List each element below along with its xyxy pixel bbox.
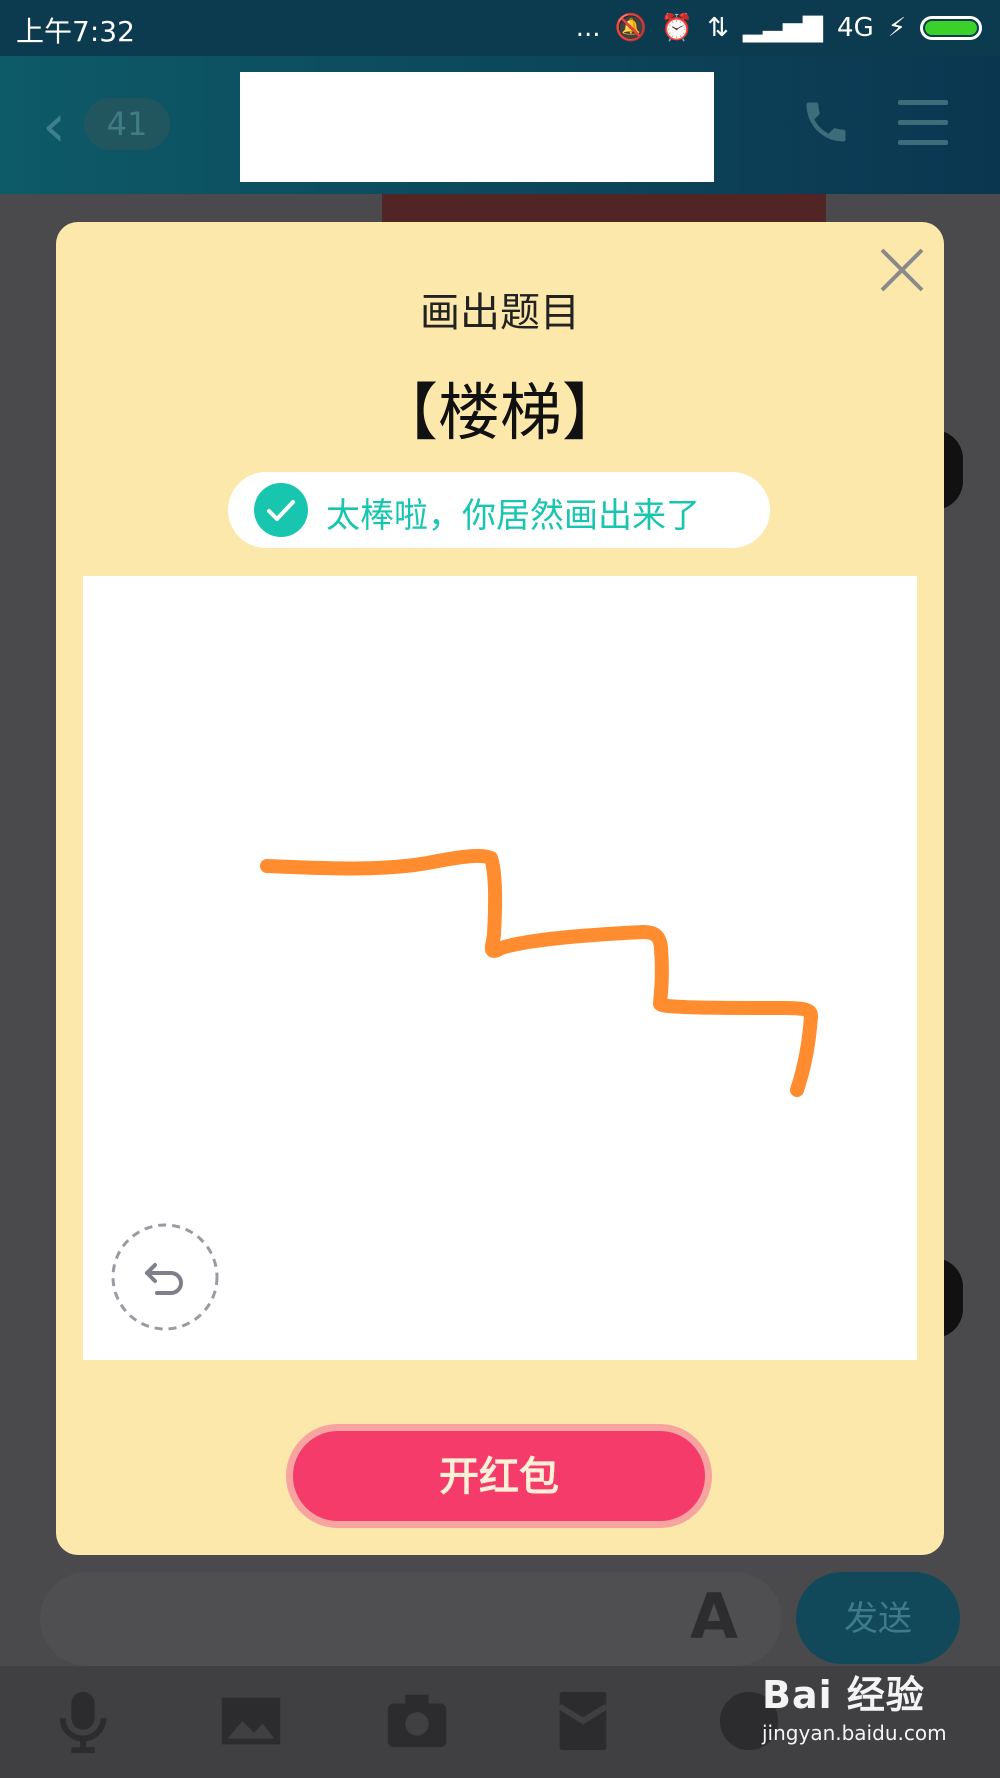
drawing-canvas[interactable] [83, 576, 917, 1360]
undo-icon[interactable] [111, 1223, 219, 1331]
camera-icon[interactable] [382, 1686, 452, 1756]
network-type: 4G [837, 13, 874, 43]
target-word: 【楼梯】 [375, 376, 624, 449]
chevron-left-icon[interactable]: ‹ [42, 96, 66, 156]
send-button[interactable]: 发送 [796, 1572, 960, 1664]
watermark-logo: Bai 经验 [762, 1673, 925, 1717]
data-transfer-icon: ⇅ [707, 13, 730, 43]
status-time: 上午7:32 [16, 15, 135, 48]
phone-icon[interactable] [800, 96, 852, 148]
watermark-url: jingyan.baidu.com [762, 1721, 947, 1745]
menu-icon[interactable] [898, 100, 948, 146]
success-message-pill: 太棒啦，你居然画出来了 [228, 472, 770, 548]
check-circle-icon [254, 483, 308, 537]
chat-title-redacted [240, 72, 714, 182]
more-dots: ... [575, 13, 601, 43]
signal-icon: ▂▃▅▇ [743, 13, 824, 43]
message-input[interactable] [40, 1572, 782, 1666]
image-icon[interactable] [216, 1686, 286, 1756]
mute-icon: 🔕 [614, 13, 647, 43]
baidu-watermark: Bai 经验 jingyan.baidu.com [762, 1664, 962, 1774]
status-bar: 上午7:32 ... 🔕 ⏰ ⇅ ▂▃▅▇ 4G ⚡ [0, 0, 1000, 56]
unread-count-badge[interactable]: 41 [84, 98, 170, 150]
microphone-icon[interactable] [48, 1686, 118, 1756]
font-style-icon[interactable]: A [690, 1580, 760, 1653]
success-message: 太棒啦，你居然画出来了 [326, 496, 700, 536]
battery-icon [920, 16, 982, 40]
red-packet-icon[interactable] [548, 1686, 618, 1756]
draw-game-modal: 画出题目 【楼梯】 太棒啦，你居然画出来了 开红包 [56, 222, 944, 1555]
modal-title: 画出题目 [420, 290, 580, 336]
charging-icon: ⚡ [887, 13, 906, 43]
alarm-icon: ⏰ [660, 13, 694, 43]
open-red-packet-button[interactable]: 开红包 [286, 1424, 712, 1528]
chat-header: ‹ 41 [0, 56, 1000, 194]
chat-message-bubble [382, 194, 826, 224]
status-icons: ... 🔕 ⏰ ⇅ ▂▃▅▇ 4G ⚡ [576, 8, 982, 48]
